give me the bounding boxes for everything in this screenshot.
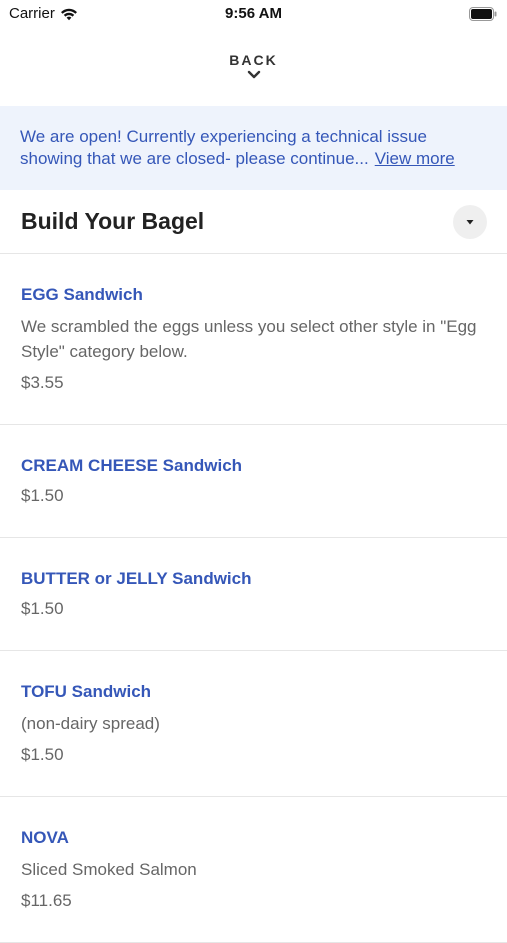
back-label: BACK xyxy=(229,52,278,68)
item-name: CREAM CHEESE Sandwich xyxy=(21,456,243,475)
item-name: EGG Sandwich xyxy=(21,285,143,304)
menu-item-tofu-sandwich[interactable]: TOFU Sandwich (non-dairy spread) $1.50 xyxy=(0,651,507,797)
item-description: Sliced Smoked Salmon xyxy=(21,860,197,879)
item-price: $1.50 xyxy=(21,745,64,764)
menu-item-egg-sandwich[interactable]: EGG Sandwich We scrambled the eggs unles… xyxy=(0,254,507,425)
status-bar: Carrier 9:56 AM xyxy=(0,0,507,28)
item-name: NOVA xyxy=(21,828,69,847)
item-price: $1.50 xyxy=(21,599,64,618)
section-title: Build Your Bagel xyxy=(21,208,205,234)
banner-message: We are open! Currently experiencing a te… xyxy=(20,127,427,168)
item-price: $11.65 xyxy=(21,891,72,910)
item-price: $1.50 xyxy=(21,486,64,505)
menu-item-butter-jelly-sandwich[interactable]: BUTTER or JELLY Sandwich $1.50 xyxy=(0,538,507,651)
view-more-link[interactable]: View more xyxy=(375,149,455,168)
item-description: (non-dairy spread) xyxy=(21,714,160,733)
back-button[interactable]: BACK xyxy=(0,28,507,106)
chevron-down-icon xyxy=(247,68,261,79)
item-price: $3.55 xyxy=(21,373,64,392)
menu-item-cream-cheese-sandwich[interactable]: CREAM CHEESE Sandwich $1.50 xyxy=(0,425,507,538)
battery-icon xyxy=(469,7,497,21)
item-name: BUTTER or JELLY Sandwich xyxy=(21,569,252,588)
notice-banner: We are open! Currently experiencing a te… xyxy=(0,106,507,190)
status-time: 9:56 AM xyxy=(225,5,282,22)
item-name: TOFU Sandwich xyxy=(21,682,152,701)
menu-item-nova[interactable]: NOVA Sliced Smoked Salmon $11.65 xyxy=(0,797,507,943)
section-toggle-button[interactable] xyxy=(453,204,487,239)
item-description: We scrambled the eggs unless you select … xyxy=(21,317,477,361)
section-header: Build Your Bagel xyxy=(0,190,507,254)
caret-down-icon xyxy=(465,218,475,226)
